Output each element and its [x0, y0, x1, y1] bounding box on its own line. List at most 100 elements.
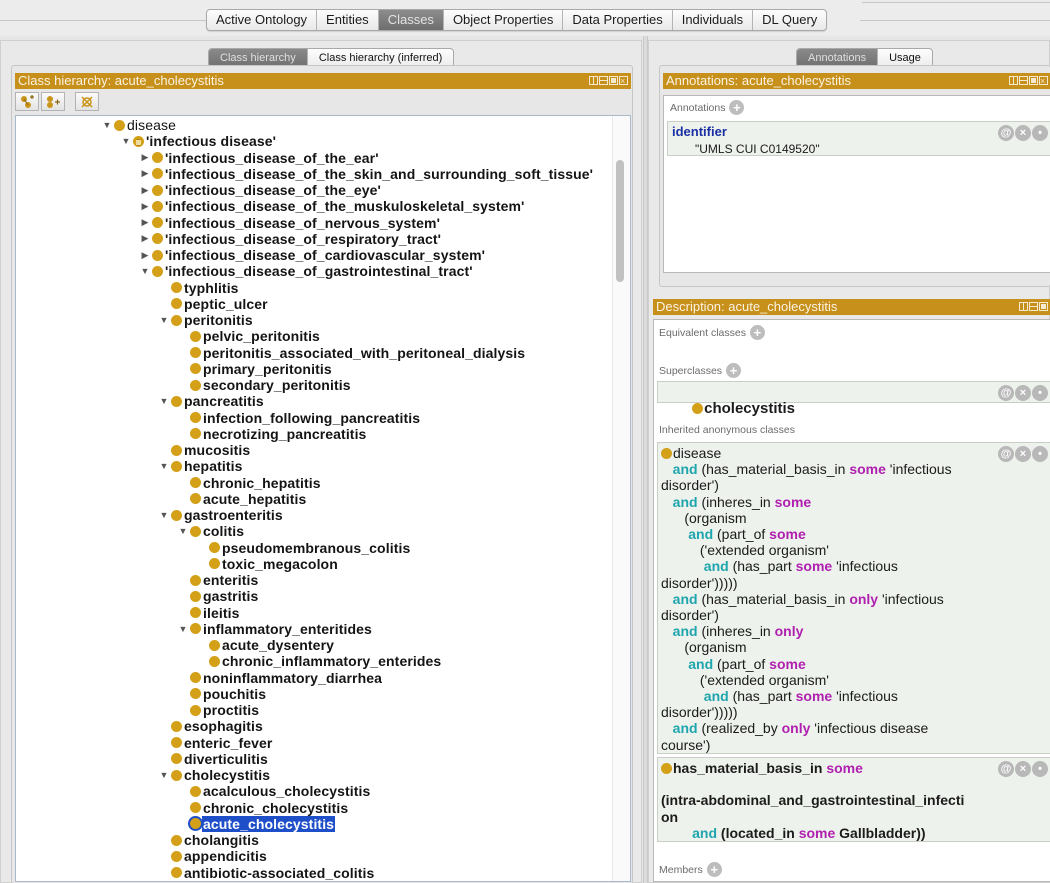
scrollbar-thumb[interactable]: [616, 160, 624, 282]
tree-node[interactable]: acute_hepatitis: [176, 491, 307, 507]
tree-node[interactable]: appendicitis: [157, 848, 268, 864]
tree-node-label[interactable]: 'infectious_disease_of_the_skin_and_surr…: [164, 166, 594, 182]
tree-node-label[interactable]: inflammatory_enteritides: [202, 621, 373, 637]
tree-node-label[interactable]: typhlitis: [183, 280, 240, 296]
tree-node-label[interactable]: ileitis: [202, 605, 241, 621]
tree-node[interactable]: ▼ peritonitis: [157, 312, 254, 328]
split-vertical-icon[interactable]: [589, 76, 598, 85]
tree-node[interactable]: peptic_ulcer: [157, 296, 269, 312]
split-vertical-icon[interactable]: [1009, 76, 1018, 85]
split-horizontal-icon[interactable]: [1019, 76, 1028, 85]
tree-node[interactable]: pseudomembranous_colitis: [195, 540, 411, 556]
close-view-icon[interactable]: [1039, 73, 1048, 89]
tree-node-label[interactable]: enteritis: [202, 572, 259, 588]
tree-node-label[interactable]: gastritis: [202, 588, 259, 604]
delete-icon[interactable]: ×: [1015, 761, 1031, 777]
tree-node[interactable]: ▶ 'infectious_disease_of_the_eye': [138, 182, 382, 198]
tree-node[interactable]: ▼ hepatitis: [157, 458, 243, 474]
tree-node[interactable]: mucositis: [157, 442, 251, 458]
tree-node-label[interactable]: 'infectious_disease_of_the_muskuloskelet…: [164, 198, 525, 214]
tree-node-label[interactable]: antibiotic-associated_colitis: [183, 865, 375, 881]
tree-node-label[interactable]: 'infectious_disease_of_the_ear': [164, 150, 380, 166]
edit-icon[interactable]: •: [1032, 125, 1048, 141]
tree-node[interactable]: ▶ 'infectious_disease_of_nervous_system': [138, 215, 441, 231]
tree-node[interactable]: diverticulitis: [157, 751, 269, 767]
tree-node-label[interactable]: chronic_hepatitis: [202, 475, 322, 491]
expand-right-icon[interactable]: ▶: [138, 233, 152, 244]
tree-node-label[interactable]: infection_following_pancreatitis: [202, 410, 421, 426]
tree-node-label[interactable]: pancreatitis: [183, 393, 265, 409]
delete-class-button[interactable]: [75, 92, 99, 111]
tree-node[interactable]: primary_peritonitis: [176, 361, 333, 377]
tree-node-label[interactable]: peptic_ulcer: [183, 296, 269, 312]
tab-object-properties[interactable]: Object Properties: [444, 10, 564, 30]
tree-node[interactable]: acalculous_cholecystitis: [176, 783, 371, 799]
expand-down-icon[interactable]: ▼: [157, 510, 171, 520]
tree-node-label[interactable]: peritonitis_associated_with_peritoneal_d…: [202, 345, 526, 361]
tree-node-label[interactable]: cholangitis: [183, 832, 260, 848]
tree-node[interactable]: proctitis: [176, 702, 260, 718]
tree-node-label[interactable]: pseudomembranous_colitis: [221, 540, 411, 556]
tree-node-label[interactable]: proctitis: [202, 702, 260, 718]
tree-node[interactable]: ▼ 'infectious disease': [119, 133, 277, 149]
add-superclass-button[interactable]: +: [726, 363, 742, 378]
tree-node-label[interactable]: diverticulitis: [183, 751, 269, 767]
tree-node[interactable]: ▶ 'infectious_disease_of_the_ear': [138, 150, 380, 166]
tree-node[interactable]: necrotizing_pancreatitis: [176, 426, 367, 442]
tree-node-label[interactable]: primary_peritonitis: [202, 361, 333, 377]
maximize-icon[interactable]: [1039, 302, 1048, 311]
tree-node[interactable]: ▼ pancreatitis: [157, 393, 265, 409]
maximize-icon[interactable]: [1029, 76, 1038, 85]
expand-down-icon[interactable]: ▼: [176, 624, 190, 634]
tree-node-label[interactable]: noninflammatory_diarrhea: [202, 670, 383, 686]
tree-node[interactable]: chronic_cholecystitis: [176, 800, 349, 816]
tab-active-ontology[interactable]: Active Ontology: [207, 10, 318, 30]
tree-node-label[interactable]: secondary_peritonitis: [202, 377, 352, 393]
annotate-icon[interactable]: @: [998, 446, 1014, 462]
tree-node[interactable]: pelvic_peritonitis: [176, 328, 321, 344]
tree-node[interactable]: enteric_fever: [157, 735, 273, 751]
tree-node[interactable]: gastritis: [176, 588, 259, 604]
annotation-item[interactable]: identifier "UMLS CUI C0149520" @ × •: [667, 121, 1050, 156]
expand-right-icon[interactable]: ▶: [138, 168, 152, 179]
tree-node-label[interactable]: enteric_fever: [183, 735, 273, 751]
tree-node-label[interactable]: mucositis: [183, 442, 251, 458]
expand-down-icon[interactable]: ▼: [157, 396, 171, 406]
edit-icon[interactable]: •: [1032, 385, 1048, 401]
tree-node-label[interactable]: 'infectious_disease_of_respiratory_tract…: [164, 231, 442, 247]
tree-node-label[interactable]: toxic_megacolon: [221, 556, 339, 572]
tree-node-label[interactable]: acalculous_cholecystitis: [202, 783, 371, 799]
edit-icon[interactable]: •: [1032, 446, 1048, 462]
edit-icon[interactable]: •: [1032, 761, 1048, 777]
tree-node[interactable]: acute_dysentery: [195, 637, 335, 653]
tree-node[interactable]: acute_cholecystitis: [176, 815, 336, 832]
expand-right-icon[interactable]: ▶: [138, 217, 152, 228]
tree-node[interactable]: noninflammatory_diarrhea: [176, 670, 383, 686]
tree-node[interactable]: toxic_megacolon: [195, 556, 339, 572]
tree-node[interactable]: secondary_peritonitis: [176, 377, 352, 393]
delete-icon[interactable]: ×: [1015, 125, 1031, 141]
tree-node[interactable]: esophagitis: [157, 718, 264, 734]
tree-node-label[interactable]: 'infectious_disease_of_cardiovascular_sy…: [164, 247, 486, 263]
delete-icon[interactable]: ×: [1015, 385, 1031, 401]
expand-down-icon[interactable]: ▼: [157, 315, 171, 325]
tree-node[interactable]: ▶ 'infectious_disease_of_respiratory_trac…: [138, 231, 442, 247]
tree-node[interactable]: ▼ gastroenteritis: [157, 507, 284, 523]
tree-node[interactable]: ▶ 'infectious_disease_of_cardiovascular_s…: [138, 247, 486, 263]
annotation-property[interactable]: identifier: [672, 124, 727, 139]
expand-down-icon[interactable]: ▼: [157, 770, 171, 780]
expand-down-icon[interactable]: ▼: [119, 136, 133, 146]
tree-node-label[interactable]: appendicitis: [183, 848, 268, 864]
tree-node-label[interactable]: colitis: [202, 523, 245, 539]
superclass-item[interactable]: cholecystitis @ × •: [657, 381, 1050, 417]
expand-down-icon[interactable]: ▼: [176, 526, 190, 536]
tab-individuals[interactable]: Individuals: [673, 10, 754, 30]
tree-node[interactable]: cholangitis: [157, 832, 260, 848]
tree-node-label[interactable]: peritonitis: [183, 312, 254, 328]
tab-classes[interactable]: Classes: [378, 10, 444, 30]
tree-node-label[interactable]: 'infectious disease': [145, 133, 277, 149]
tree-node[interactable]: chronic_inflammatory_enterides: [195, 653, 442, 669]
split-vertical-icon[interactable]: [1019, 302, 1028, 311]
tree-node[interactable]: antibiotic-associated_colitis: [157, 865, 375, 881]
tab-data-properties[interactable]: Data Properties: [563, 10, 673, 30]
